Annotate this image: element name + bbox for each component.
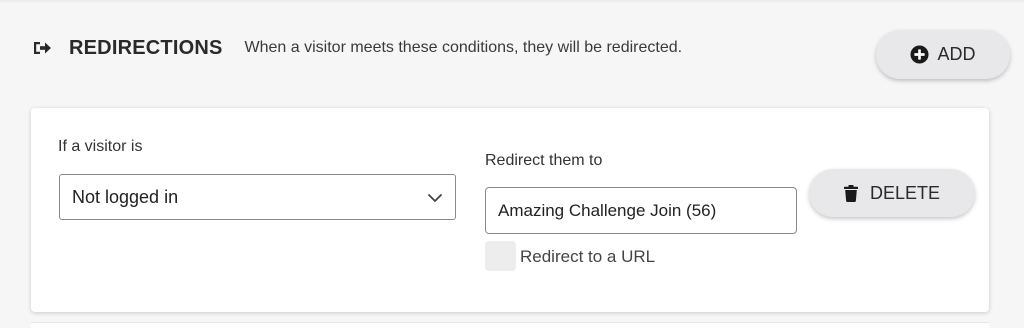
condition-select[interactable]: Not logged in	[59, 174, 456, 220]
top-divider	[0, 0, 1024, 2]
redirection-rule-card: If a visitor is Not logged in Redirect t…	[31, 108, 989, 312]
add-button-label: ADD	[937, 44, 976, 64]
section-title: REDIRECTIONS	[69, 36, 223, 59]
delete-button[interactable]: DELETE	[809, 169, 975, 217]
condition-selected-value: Not logged in	[72, 186, 179, 207]
redirect-to-url-label: Redirect to a URL	[520, 247, 656, 266]
redirections-panel: REDIRECTIONS When a visitor meets these …	[0, 0, 1024, 328]
add-button[interactable]: ADD	[876, 30, 1010, 79]
chevron-down-icon	[427, 190, 443, 206]
section-description: When a visitor meets these conditions, t…	[244, 39, 683, 56]
sign-out-icon	[32, 38, 52, 58]
redirect-label: Redirect them to	[485, 152, 603, 169]
redirect-target-input[interactable]	[485, 187, 797, 234]
condition-label: If a visitor is	[58, 138, 143, 155]
redirect-to-url-checkbox[interactable]	[485, 241, 516, 271]
plus-circle-icon	[910, 45, 930, 64]
delete-button-label: DELETE	[869, 182, 941, 203]
next-card-edge	[31, 322, 989, 328]
trash-icon	[843, 184, 858, 202]
section-header: REDIRECTIONS When a visitor meets these …	[32, 34, 682, 62]
